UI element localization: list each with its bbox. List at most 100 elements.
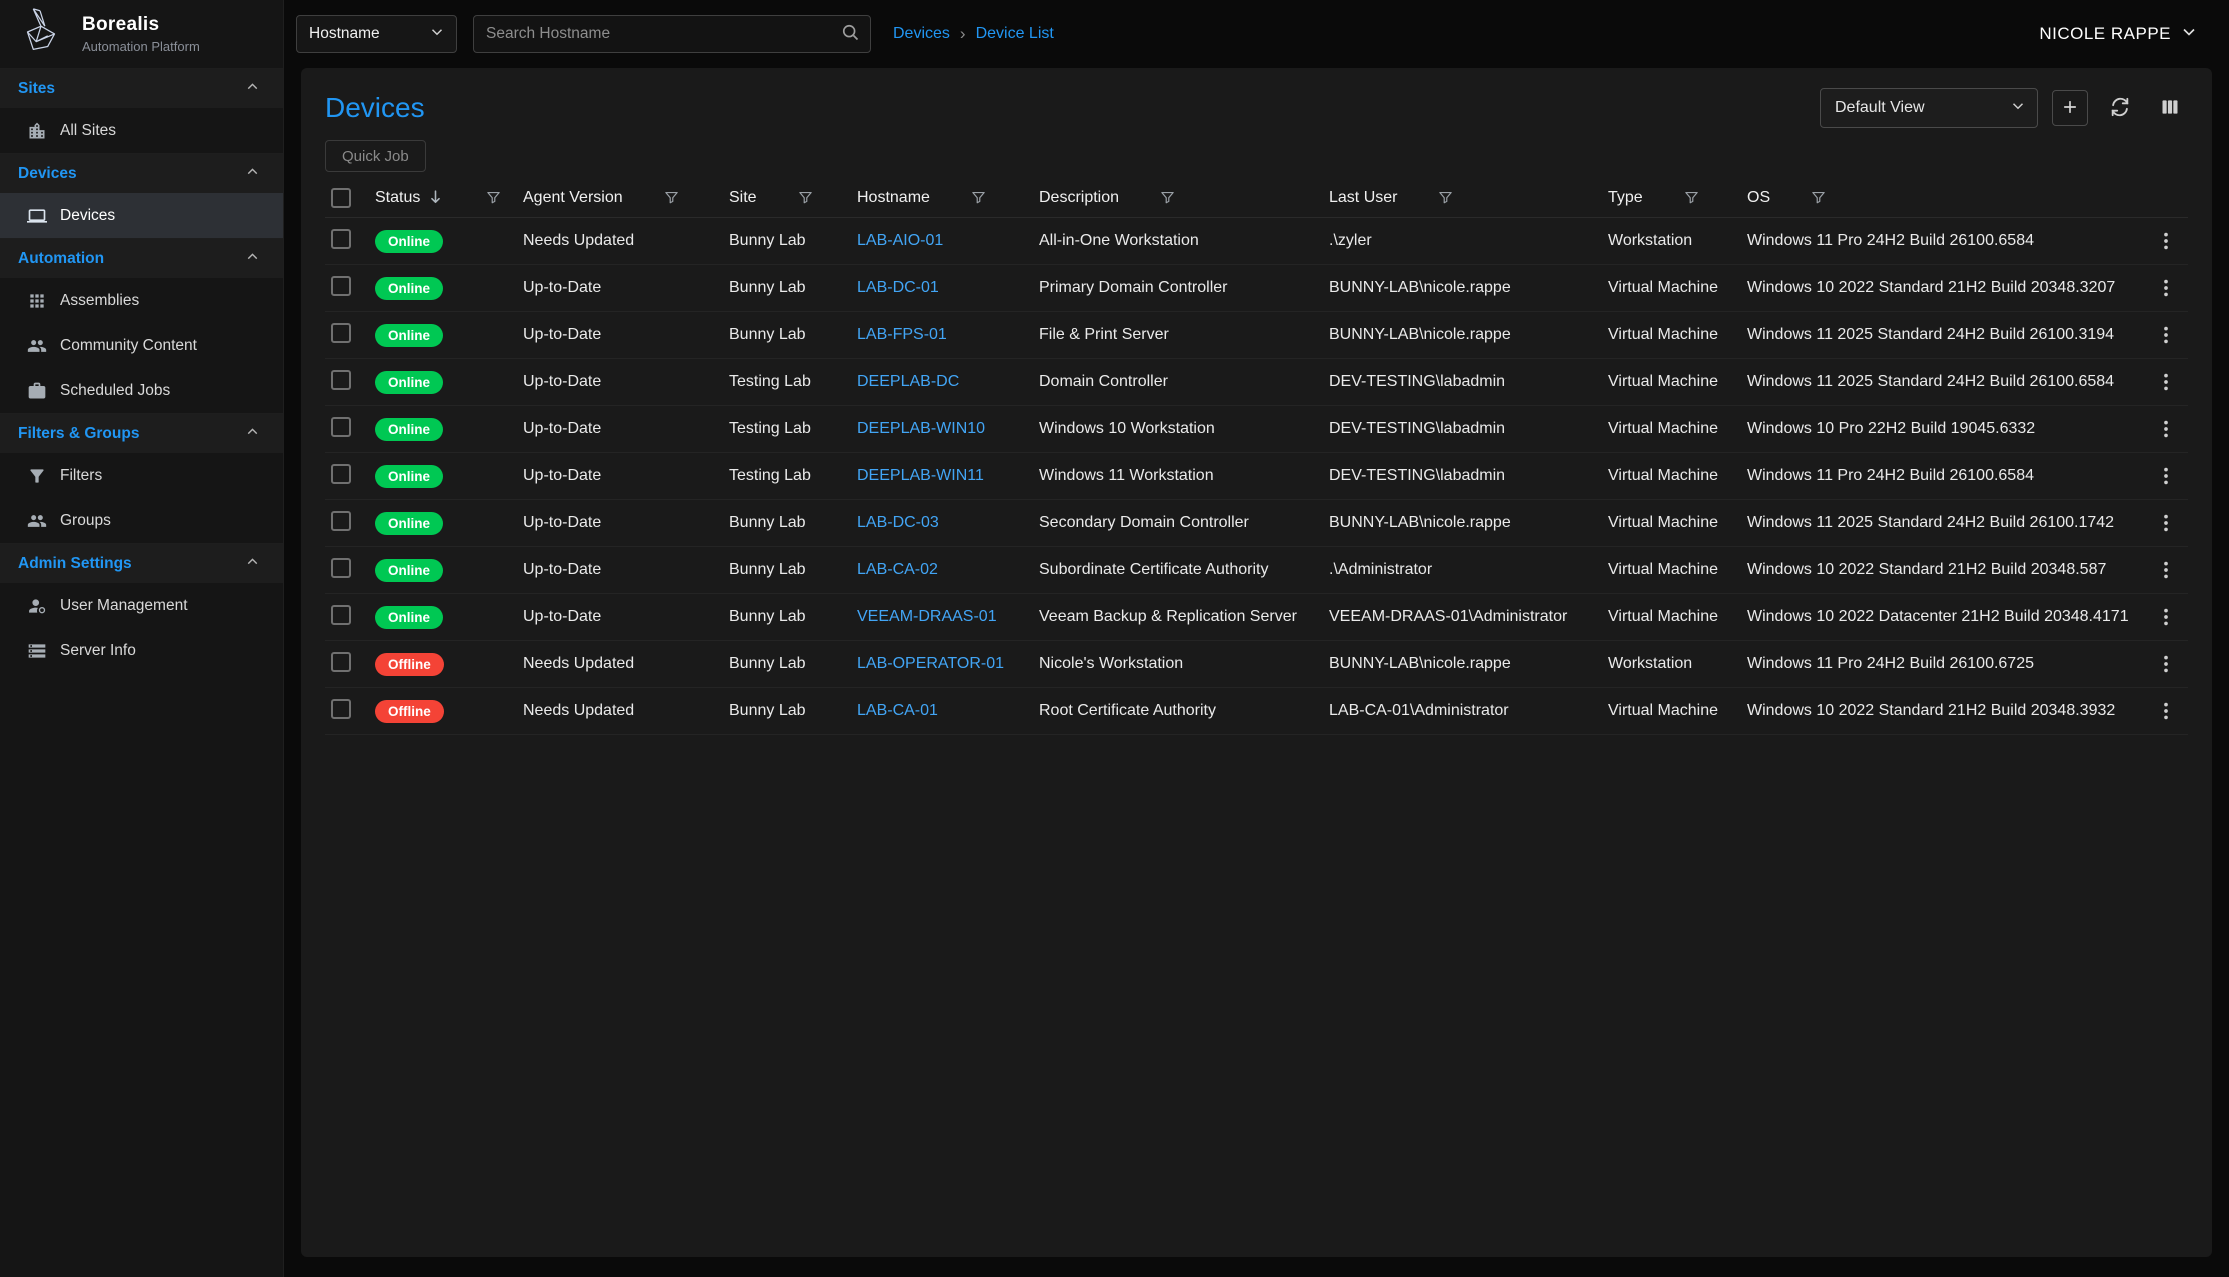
hostname-link[interactable]: LAB-OPERATOR-01 — [857, 655, 1004, 672]
row-menu-button[interactable] — [2155, 277, 2177, 299]
column-label: Hostname — [857, 189, 930, 207]
sidebar-section-devices[interactable]: Devices — [0, 153, 283, 193]
table-row[interactable]: Online Up-to-Date Bunny Lab LAB-DC-01 Pr… — [325, 265, 2188, 312]
app-root: Borealis Automation Platform Sites All S… — [0, 0, 2229, 1277]
filter-icon[interactable] — [797, 189, 814, 206]
filter-icon[interactable] — [1810, 189, 1827, 206]
hostname-link[interactable]: LAB-DC-01 — [857, 279, 939, 296]
filter-icon[interactable] — [970, 189, 987, 206]
hostname-link[interactable]: LAB-CA-02 — [857, 561, 938, 578]
sidebar-item-community-content[interactable]: Community Content — [0, 323, 283, 368]
groups-icon — [26, 510, 48, 532]
sort-desc-icon — [426, 188, 445, 207]
quick-job-button[interactable]: Quick Job — [325, 140, 426, 172]
column-header-os[interactable]: OS — [1747, 189, 2144, 207]
hostname-link[interactable]: VEEAM-DRAAS-01 — [857, 608, 997, 625]
column-header-site[interactable]: Site — [729, 189, 857, 207]
hostname-link[interactable]: DEEPLAB-DC — [857, 373, 959, 390]
column-header-description[interactable]: Description — [1039, 189, 1329, 207]
sidebar-item-scheduled-jobs[interactable]: Scheduled Jobs — [0, 368, 283, 413]
breadcrumb-devices[interactable]: Devices — [893, 25, 950, 43]
view-selector[interactable]: Default View — [1820, 88, 2038, 128]
row-menu-button[interactable] — [2155, 559, 2177, 581]
row-checkbox[interactable] — [331, 370, 351, 390]
type-cell: Virtual Machine — [1608, 326, 1747, 344]
row-checkbox[interactable] — [331, 229, 351, 249]
row-checkbox[interactable] — [331, 417, 351, 437]
row-checkbox[interactable] — [331, 276, 351, 296]
sidebar-item-groups[interactable]: Groups — [0, 498, 283, 543]
columns-button[interactable] — [2152, 90, 2188, 126]
row-checkbox[interactable] — [331, 605, 351, 625]
table-row[interactable]: Online Up-to-Date Bunny Lab VEEAM-DRAAS-… — [325, 594, 2188, 641]
row-checkbox[interactable] — [331, 652, 351, 672]
table-row[interactable]: Online Up-to-Date Testing Lab DEEPLAB-DC… — [325, 359, 2188, 406]
table-row[interactable]: Online Needs Updated Bunny Lab LAB-AIO-0… — [325, 218, 2188, 265]
user-menu[interactable]: NICOLE RAPPE — [2039, 22, 2199, 47]
table-row[interactable]: Online Up-to-Date Bunny Lab LAB-DC-03 Se… — [325, 500, 2188, 547]
filter-icon[interactable] — [485, 189, 502, 206]
column-header-type[interactable]: Type — [1608, 189, 1747, 207]
sidebar-item-all-sites[interactable]: All Sites — [0, 108, 283, 153]
row-menu-button[interactable] — [2155, 700, 2177, 722]
column-header-hostname[interactable]: Hostname — [857, 189, 1039, 207]
breadcrumb-device-list[interactable]: Device List — [976, 25, 1054, 43]
sidebar-item-user-management[interactable]: User Management — [0, 583, 283, 628]
search-field-select[interactable]: Hostname — [296, 15, 457, 53]
app-logo[interactable]: Borealis Automation Platform — [0, 0, 283, 68]
select-all-checkbox[interactable] — [331, 188, 351, 208]
sidebar-item-filters[interactable]: Filters — [0, 453, 283, 498]
row-menu-button[interactable] — [2155, 465, 2177, 487]
add-view-button[interactable] — [2052, 90, 2088, 126]
sidebar-section-sites[interactable]: Sites — [0, 68, 283, 108]
hostname-link[interactable]: LAB-FPS-01 — [857, 326, 947, 343]
sidebar-section-filters-groups[interactable]: Filters & Groups — [0, 413, 283, 453]
sidebar-item-assemblies[interactable]: Assemblies — [0, 278, 283, 323]
refresh-button[interactable] — [2102, 90, 2138, 126]
last-user-cell: DEV-TESTING\labadmin — [1329, 373, 1608, 391]
row-menu-button[interactable] — [2155, 606, 2177, 628]
filter-icon[interactable] — [663, 189, 680, 206]
hostname-link[interactable]: LAB-CA-01 — [857, 702, 938, 719]
os-cell: Windows 10 2022 Standard 21H2 Build 2034… — [1747, 561, 2144, 579]
row-menu-button[interactable] — [2155, 653, 2177, 675]
sidebar-item-server-info[interactable]: Server Info — [0, 628, 283, 673]
search-icon[interactable] — [840, 22, 860, 47]
chevron-down-icon — [428, 23, 446, 46]
column-header-status[interactable]: Status — [375, 188, 523, 207]
row-menu-button[interactable] — [2155, 371, 2177, 393]
hostname-link[interactable]: DEEPLAB-WIN11 — [857, 467, 984, 484]
row-checkbox[interactable] — [331, 511, 351, 531]
row-menu-button[interactable] — [2155, 418, 2177, 440]
sidebar-section-automation[interactable]: Automation — [0, 238, 283, 278]
row-checkbox[interactable] — [331, 323, 351, 343]
hostname-link[interactable]: LAB-DC-03 — [857, 514, 939, 531]
row-checkbox[interactable] — [331, 558, 351, 578]
column-header-last-user[interactable]: Last User — [1329, 189, 1608, 207]
row-menu-button[interactable] — [2155, 230, 2177, 252]
filter-icon[interactable] — [1159, 189, 1176, 206]
table-row[interactable]: Online Up-to-Date Bunny Lab LAB-FPS-01 F… — [325, 312, 2188, 359]
last-user-cell: BUNNY-LAB\nicole.rappe — [1329, 514, 1608, 532]
table-row[interactable]: Offline Needs Updated Bunny Lab LAB-CA-0… — [325, 688, 2188, 735]
filter-icon[interactable] — [1683, 189, 1700, 206]
table-row[interactable]: Online Up-to-Date Bunny Lab LAB-CA-02 Su… — [325, 547, 2188, 594]
sidebar-item-devices[interactable]: Devices — [0, 193, 283, 238]
row-menu-button[interactable] — [2155, 324, 2177, 346]
hostname-link[interactable]: LAB-AIO-01 — [857, 232, 943, 249]
table-row[interactable]: Offline Needs Updated Bunny Lab LAB-OPER… — [325, 641, 2188, 688]
community-content-icon — [26, 335, 48, 357]
filter-icon[interactable] — [1437, 189, 1454, 206]
row-checkbox[interactable] — [331, 699, 351, 719]
status-badge: Online — [375, 371, 443, 394]
hostname-link[interactable]: DEEPLAB-WIN10 — [857, 420, 985, 437]
sidebar-item-label: Filters — [60, 467, 102, 485]
table-row[interactable]: Online Up-to-Date Testing Lab DEEPLAB-WI… — [325, 453, 2188, 500]
sidebar-section-admin-settings[interactable]: Admin Settings — [0, 543, 283, 583]
column-label: Site — [729, 189, 757, 207]
column-header-agent-version[interactable]: Agent Version — [523, 189, 729, 207]
row-checkbox[interactable] — [331, 464, 351, 484]
row-menu-button[interactable] — [2155, 512, 2177, 534]
table-row[interactable]: Online Up-to-Date Testing Lab DEEPLAB-WI… — [325, 406, 2188, 453]
search-input[interactable] — [486, 25, 840, 43]
